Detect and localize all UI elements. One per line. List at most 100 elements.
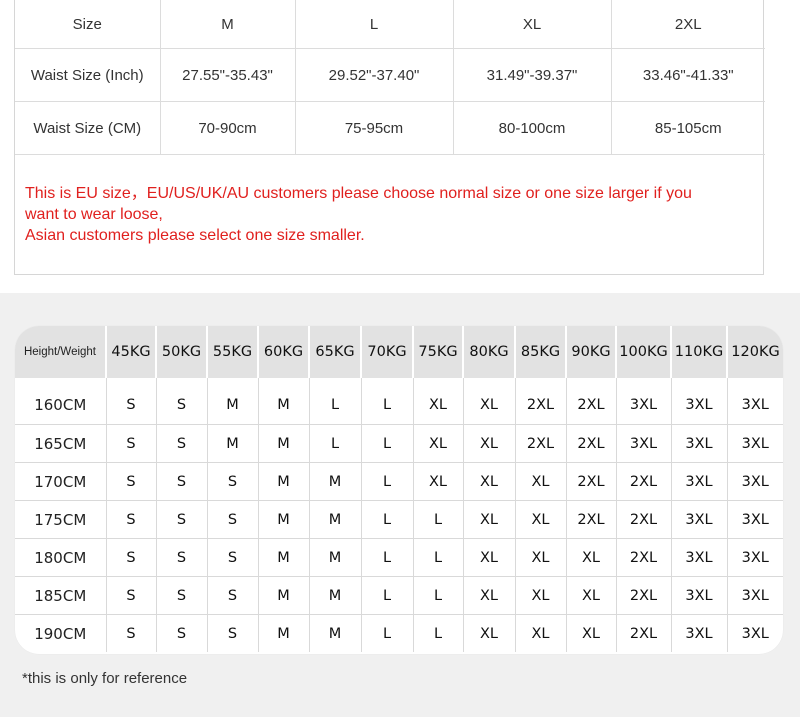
- size-cell: S: [206, 538, 258, 577]
- size-cell: 3XL: [615, 378, 671, 425]
- size-cell: L: [412, 614, 463, 652]
- size-cell: M: [308, 462, 361, 501]
- size-cell: 2XL: [615, 500, 671, 539]
- table-row: 185CM S S S M M L L XL XL XL 2XL 3XL 3XL: [15, 576, 783, 615]
- size-cell: XL: [462, 462, 515, 501]
- weight-header-cell: 55KG: [206, 326, 258, 378]
- size-cell: L: [412, 576, 463, 615]
- weight-header-cell: 85KG: [514, 326, 566, 378]
- size-cell: XL: [514, 614, 566, 652]
- waist-header-l: L: [294, 0, 454, 49]
- size-cell: S: [206, 576, 258, 615]
- height-label: 170CM: [15, 462, 106, 501]
- size-cell: 3XL: [726, 424, 783, 463]
- size-cell: XL: [412, 378, 463, 425]
- size-cell: M: [257, 500, 309, 539]
- table-cell: 85-105cm: [610, 101, 765, 155]
- size-chart-card: Height/Weight 45KG 50KG 55KG 60KG 65KG 70KG 75…: [15, 326, 783, 654]
- table-row: 165CM S S M M L L XL XL 2XL 2XL 3XL 3XL 3XL: [15, 424, 783, 463]
- waist-size-panel: Size M L XL 2XL Waist Size (Inch) 27.55"…: [14, 0, 765, 275]
- table-row: 175CM S S S M M L L XL XL 2XL 2XL 3XL 3XL: [15, 500, 783, 539]
- size-cell: L: [360, 614, 413, 652]
- waist-size-table: Size M L XL 2XL Waist Size (Inch) 27.55"…: [15, 0, 765, 155]
- size-cell: M: [257, 462, 309, 501]
- table-row: 170CM S S S M M L XL XL XL 2XL 2XL 3XL 3XL: [15, 462, 783, 501]
- size-cell: S: [155, 500, 207, 539]
- size-cell: S: [155, 576, 207, 615]
- size-cell: S: [155, 424, 207, 463]
- size-cell: 3XL: [670, 462, 727, 501]
- height-label: 165CM: [15, 424, 106, 463]
- size-cell: XL: [565, 538, 616, 577]
- size-cell: XL: [462, 538, 515, 577]
- table-row: 180CM S S S M M L L XL XL XL 2XL 3XL 3XL: [15, 538, 783, 577]
- size-cell: M: [257, 576, 309, 615]
- size-cell: 2XL: [514, 424, 566, 463]
- height-label: 190CM: [15, 614, 106, 652]
- notice-line: want to wear loose,: [25, 206, 163, 223]
- table-row: 160CM S S M M L L XL XL 2XL 2XL 3XL 3XL 3XL: [15, 378, 783, 425]
- size-cell: S: [206, 614, 258, 652]
- size-cell: XL: [462, 424, 515, 463]
- size-cell: 2XL: [615, 538, 671, 577]
- table-cell: 33.46"-41.33": [610, 48, 765, 102]
- table-cell: 29.52"-37.40": [294, 48, 454, 102]
- size-cell: XL: [514, 462, 566, 501]
- size-cell: M: [257, 378, 309, 425]
- size-cell: 2XL: [615, 614, 671, 652]
- waist-cm-row: Waist Size (CM) 70-90cm 75-95cm 80-100cm…: [15, 101, 765, 155]
- notice-line: This is EU size，EU/US/UK/AU customers pl…: [25, 185, 692, 202]
- size-cell: 2XL: [565, 462, 616, 501]
- weight-header-cell: 60KG: [257, 326, 309, 378]
- weight-header-cell: 120KG: [726, 326, 783, 378]
- size-cell: M: [308, 576, 361, 615]
- waist-header-m: M: [159, 0, 296, 49]
- size-cell: M: [206, 378, 258, 425]
- table-cell: 75-95cm: [294, 101, 454, 155]
- size-cell: M: [308, 614, 361, 652]
- waist-inch-row: Waist Size (Inch) 27.55"-35.43" 29.52"-3…: [15, 48, 765, 102]
- size-cell: XL: [462, 576, 515, 615]
- size-cell: S: [105, 538, 156, 577]
- weight-header-cell: 110KG: [670, 326, 727, 378]
- height-label: 185CM: [15, 576, 106, 615]
- size-cell: 2XL: [615, 462, 671, 501]
- weight-header-cell: 65KG: [308, 326, 361, 378]
- size-cell: XL: [514, 576, 566, 615]
- size-cell: L: [360, 378, 413, 425]
- waist-header-xl: XL: [452, 0, 612, 49]
- waist-inch-label: Waist Size (Inch): [15, 48, 161, 102]
- size-cell: 3XL: [670, 500, 727, 539]
- size-cell: S: [206, 462, 258, 501]
- waist-header-2xl: 2XL: [610, 0, 765, 49]
- notice-line: Asian customers please select one size s…: [25, 227, 365, 244]
- size-cell: 3XL: [670, 614, 727, 652]
- waist-cm-label: Waist Size (CM): [15, 101, 161, 155]
- size-cell: S: [105, 462, 156, 501]
- size-cell: M: [206, 424, 258, 463]
- size-cell: XL: [412, 424, 463, 463]
- size-cell: S: [155, 538, 207, 577]
- size-cell: XL: [462, 614, 515, 652]
- weight-header-cell: 50KG: [155, 326, 207, 378]
- size-cell: L: [360, 424, 413, 463]
- size-cell: XL: [412, 462, 463, 501]
- size-cell: 3XL: [726, 576, 783, 615]
- size-cell: 3XL: [670, 424, 727, 463]
- size-cell: S: [105, 378, 156, 425]
- size-cell: L: [308, 378, 361, 425]
- size-cell: S: [105, 500, 156, 539]
- size-cell: XL: [462, 500, 515, 539]
- size-cell: M: [308, 538, 361, 577]
- size-cell: S: [105, 614, 156, 652]
- size-cell: 3XL: [726, 462, 783, 501]
- size-cell: M: [257, 424, 309, 463]
- size-cell: 3XL: [726, 500, 783, 539]
- size-cell: L: [412, 500, 463, 539]
- weight-header-cell: 70KG: [360, 326, 413, 378]
- height-weight-table: Height/Weight 45KG 50KG 55KG 60KG 65KG 70KG 75…: [15, 326, 783, 652]
- size-cell: 2XL: [514, 378, 566, 425]
- size-cell: L: [360, 500, 413, 539]
- size-cell: 3XL: [726, 538, 783, 577]
- weight-header-cell: 90KG: [565, 326, 616, 378]
